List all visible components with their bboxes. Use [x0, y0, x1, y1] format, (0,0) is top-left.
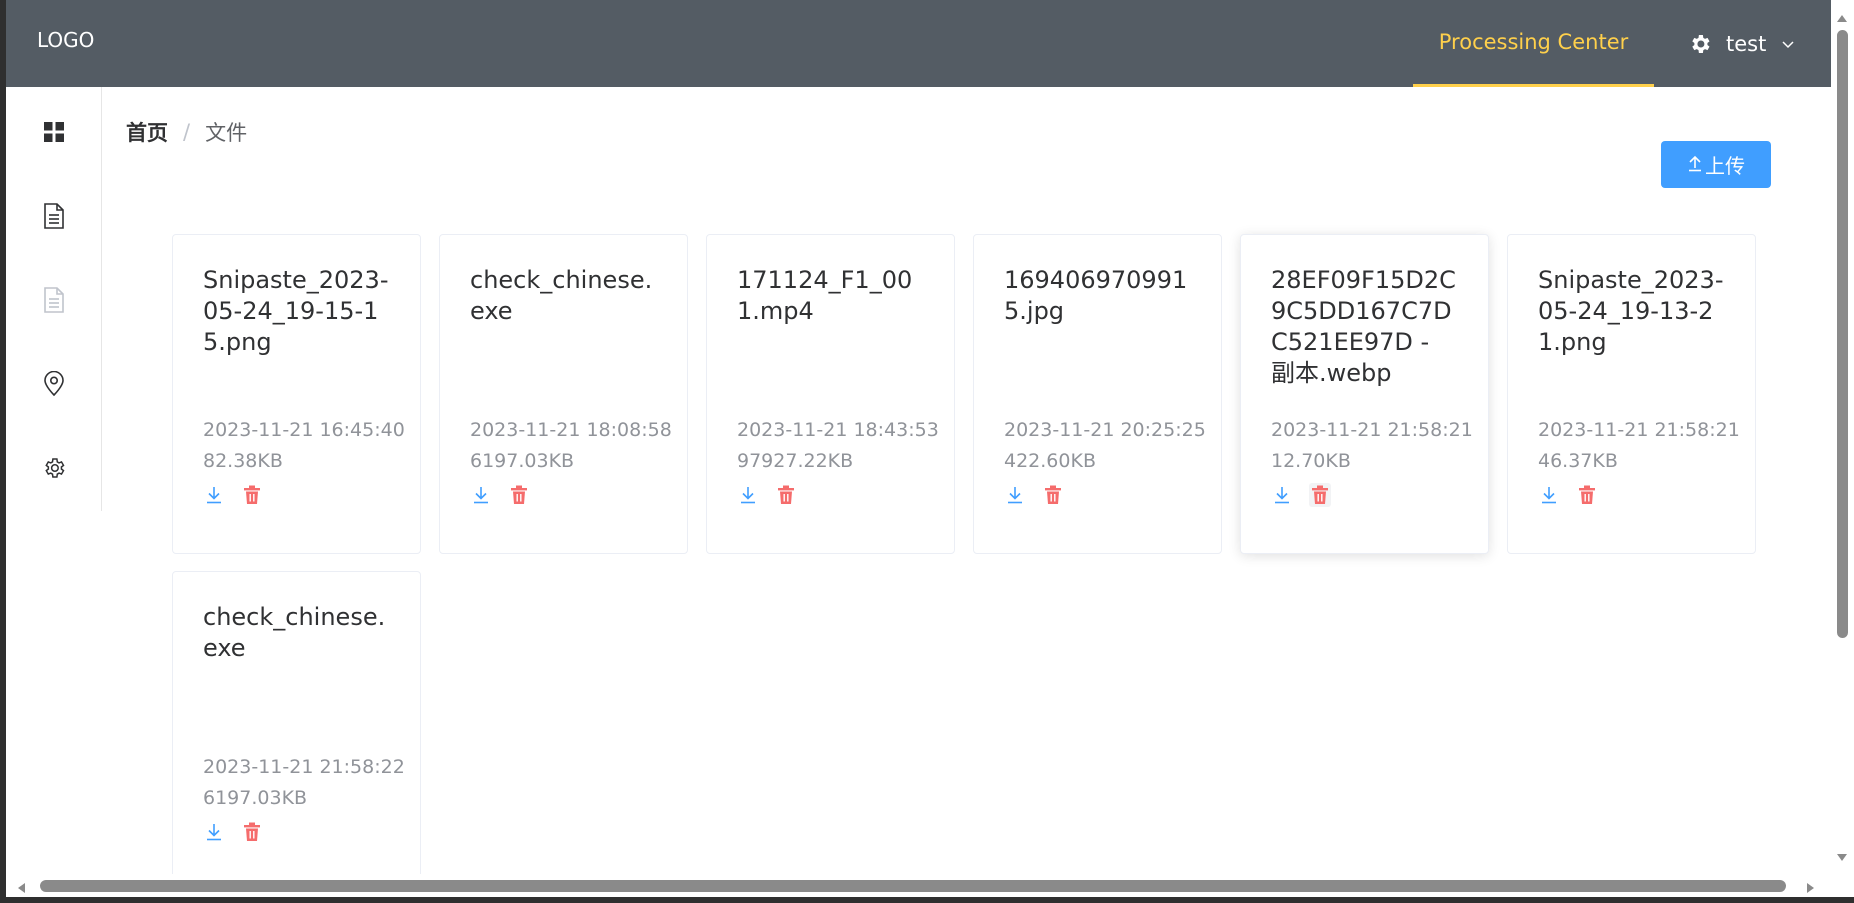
file-time: 2023-11-21 21:58:21	[1538, 419, 1740, 441]
file-name: check_chinese.exe	[470, 266, 653, 325]
file-card[interactable]: check_chinese.exe 2023-11-21 18:08:58 6197…	[439, 234, 688, 554]
file-time: 2023-11-21 21:58:21	[1271, 419, 1473, 441]
file-actions	[737, 483, 924, 507]
file-actions	[1271, 483, 1458, 507]
delete-icon[interactable]	[241, 483, 263, 507]
file-time: 2023-11-21 18:08:58	[470, 419, 672, 441]
file-name: Snipaste_2023-05-24_19-15-15.png	[203, 266, 389, 356]
file-name: 1694069709915.jpg	[1004, 266, 1188, 325]
horizontal-scrollbar[interactable]	[6, 874, 1831, 897]
download-icon[interactable]	[203, 483, 225, 507]
file-card[interactable]: 171124_F1_001.mp4 2023-11-21 18:43:53 9792…	[706, 234, 955, 554]
file-actions	[1538, 483, 1725, 507]
file-actions	[470, 483, 657, 507]
file-size: 46.37KB	[1538, 450, 1618, 472]
delete-icon[interactable]	[508, 483, 530, 507]
download-icon[interactable]	[1538, 483, 1560, 507]
file-name: 171124_F1_001.mp4	[737, 266, 913, 325]
delete-icon[interactable]	[775, 483, 797, 507]
app-root: LOGO Processing Center test 首页 / 文件 上传 S…	[6, 0, 1831, 874]
file-name: Snipaste_2023-05-24_19-13-21.png	[1538, 266, 1724, 356]
horizontal-scroll-thumb[interactable]	[40, 880, 1786, 892]
file-size: 97927.22KB	[737, 450, 854, 472]
vertical-scrollbar[interactable]	[1831, 0, 1854, 874]
scroll-down-arrow-icon[interactable]	[1836, 848, 1848, 867]
delete-icon[interactable]	[241, 820, 263, 844]
file-time: 2023-11-21 18:43:53	[737, 419, 939, 441]
file-actions	[1004, 483, 1191, 507]
file-size: 6197.03KB	[470, 450, 575, 472]
file-name: 28EF09F15D2C9C5DD167C7DC521EE97D - 副本.we…	[1271, 266, 1456, 387]
file-card[interactable]: Snipaste_2023-05-24_19-15-15.png 2023-11-…	[172, 234, 421, 554]
delete-icon[interactable]	[1042, 483, 1064, 507]
file-actions	[203, 820, 390, 844]
download-icon[interactable]	[737, 483, 759, 507]
file-time: 2023-11-21 20:25:25	[1004, 419, 1206, 441]
file-card[interactable]: 1694069709915.jpg 2023-11-21 20:25:25 422.…	[973, 234, 1222, 554]
file-time: 2023-11-21 16:45:40	[203, 419, 405, 441]
scroll-right-arrow-icon[interactable]	[1806, 879, 1816, 898]
download-icon[interactable]	[1271, 483, 1293, 507]
file-card[interactable]: check_chinese.exe 2023-11-21 21:58:22 6197…	[172, 571, 421, 874]
file-size: 82.38KB	[203, 450, 283, 472]
file-card[interactable]: 28EF09F15D2C9C5DD167C7DC521EE97D - 副本.we…	[1240, 234, 1489, 554]
download-icon[interactable]	[203, 820, 225, 844]
file-grid: Snipaste_2023-05-24_19-15-15.png 2023-11-…	[6, 0, 1831, 874]
file-card[interactable]: Snipaste_2023-05-24_19-13-21.png 2023-11-…	[1507, 234, 1756, 554]
file-size: 422.60KB	[1004, 450, 1096, 472]
file-size: 12.70KB	[1271, 450, 1351, 472]
delete-icon[interactable]	[1576, 483, 1598, 507]
window-frame: LOGO Processing Center test 首页 / 文件 上传 S…	[0, 0, 1854, 903]
scroll-up-arrow-icon[interactable]	[1836, 8, 1848, 27]
download-icon[interactable]	[1004, 483, 1026, 507]
file-size: 6197.03KB	[203, 787, 308, 809]
file-actions	[203, 483, 390, 507]
file-time: 2023-11-21 21:58:22	[203, 756, 405, 778]
file-name: check_chinese.exe	[203, 603, 386, 662]
vertical-scroll-thumb[interactable]	[1837, 30, 1848, 638]
delete-icon[interactable]	[1309, 483, 1331, 507]
scroll-left-arrow-icon[interactable]	[16, 879, 26, 898]
download-icon[interactable]	[470, 483, 492, 507]
scrollbar-corner	[1831, 874, 1854, 897]
